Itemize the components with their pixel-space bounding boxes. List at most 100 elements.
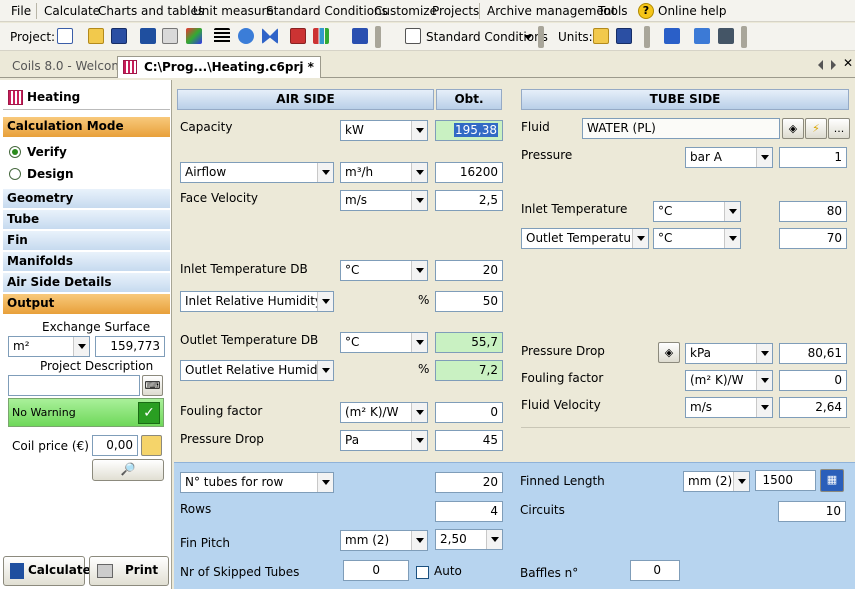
scroll-left-icon[interactable] <box>818 60 823 70</box>
toolbar-grip[interactable] <box>644 26 650 48</box>
sync-icon[interactable] <box>664 28 680 44</box>
sidebar-calc-mode[interactable]: Calculation Mode <box>3 117 170 137</box>
airflow-select[interactable]: Airflow <box>180 162 334 183</box>
menu-unit-measure[interactable]: Unit measure <box>193 4 274 18</box>
conditions-icon[interactable] <box>405 28 421 44</box>
sidebar-item-tube[interactable]: Tube <box>3 210 170 230</box>
sidebar-item-air-side-details[interactable]: Air Side Details <box>3 273 170 293</box>
fin-pitch-select[interactable]: 2,50 <box>435 529 503 550</box>
airflow-unit-select[interactable]: m³/h <box>340 162 428 183</box>
face-velocity-unit-select[interactable]: m/s <box>340 190 428 211</box>
auto-checkbox[interactable] <box>416 566 429 579</box>
edit-chart-icon[interactable] <box>352 28 368 44</box>
menu-online-help[interactable]: Online help <box>658 4 726 18</box>
air-fouling-input[interactable]: 0 <box>435 402 503 423</box>
tab-heating[interactable]: C:\Prog...\Heating.c6prj * <box>117 56 321 78</box>
verify-label[interactable]: Verify <box>27 145 67 159</box>
sidebar-item-geometry[interactable]: Geometry <box>3 189 170 209</box>
toolbar-grip[interactable] <box>538 26 544 48</box>
sidebar-item-fin[interactable]: Fin <box>3 231 170 251</box>
list-icon[interactable] <box>214 28 230 44</box>
outlet-db-unit-select[interactable]: °C <box>340 332 428 353</box>
project-description-input[interactable] <box>8 375 140 396</box>
airflow-input[interactable]: 16200 <box>435 162 503 183</box>
menu-file[interactable]: File <box>11 4 31 18</box>
export-icon[interactable] <box>694 28 710 44</box>
menu-tools[interactable]: Tools <box>598 4 628 18</box>
calculator-icon[interactable] <box>140 28 156 44</box>
coil-icon[interactable] <box>238 28 254 44</box>
menu-standard-conditions[interactable]: Standard Conditions <box>266 4 388 18</box>
tube-pressure-drop-unit-select[interactable]: kPa <box>685 343 773 364</box>
rows-input[interactable]: 4 <box>435 501 503 522</box>
menu-archive[interactable]: Archive management <box>487 4 616 18</box>
capacity-unit-select[interactable]: kW <box>340 120 428 141</box>
menu-customize[interactable]: Customize <box>374 4 437 18</box>
tools-icon[interactable] <box>290 28 306 44</box>
tube-fouling-input[interactable]: 0 <box>779 370 847 391</box>
fluid-settings-icon[interactable]: ◈ <box>782 118 804 139</box>
fluid-input[interactable]: WATER (PL) <box>582 118 780 139</box>
close-icon[interactable]: ✕ <box>843 56 853 70</box>
tube-inlet-input[interactable]: 80 <box>779 201 847 222</box>
tube-fouling-unit-select[interactable]: (m² K)/W <box>685 370 773 391</box>
capacity-value[interactable]: 195,38 <box>435 120 503 141</box>
face-velocity-input[interactable]: 2,5 <box>435 190 503 211</box>
exchange-unit-select[interactable]: m² <box>8 336 90 357</box>
tube-outlet-select[interactable]: Outlet Temperature <box>521 228 649 249</box>
finned-length-input[interactable]: 1500 <box>755 470 816 491</box>
outlet-rh-select[interactable]: Outlet Relative Humidity <box>180 360 334 381</box>
sidebar-item-output[interactable]: Output <box>3 294 170 314</box>
inlet-db-unit-select[interactable]: °C <box>340 260 428 281</box>
coins-icon[interactable] <box>141 435 162 456</box>
tubes-per-row-input[interactable]: 20 <box>435 472 503 493</box>
design-label[interactable]: Design <box>27 167 74 181</box>
air-fouling-unit-select[interactable]: (m² K)/W <box>340 402 428 423</box>
auto-label[interactable]: Auto <box>434 564 462 578</box>
menu-charts[interactable]: Charts and tables <box>98 4 204 18</box>
butterfly-icon[interactable] <box>262 28 278 44</box>
pressure-unit-select[interactable]: bar A <box>685 147 773 168</box>
chart-icon[interactable] <box>186 28 202 44</box>
more-options-button[interactable]: ... <box>828 118 850 139</box>
tube-outlet-unit-select[interactable]: °C <box>653 228 741 249</box>
printer-icon[interactable] <box>162 28 178 44</box>
save-icon[interactable] <box>111 28 127 44</box>
help-icon[interactable]: ? <box>638 3 654 19</box>
calculator-icon[interactable]: ▦ <box>820 469 844 492</box>
finned-length-unit-select[interactable]: mm (2) <box>683 471 750 492</box>
baffles-input[interactable]: 0 <box>630 560 680 581</box>
bar-chart-icon[interactable] <box>313 28 329 44</box>
pressure-drop-settings-icon[interactable]: ◈ <box>658 342 680 363</box>
skipped-tubes-input[interactable]: 0 <box>343 560 409 581</box>
fluid-velocity-unit-select[interactable]: m/s <box>685 397 773 418</box>
chevron-down-icon[interactable] <box>524 35 532 40</box>
air-pressure-drop-unit-select[interactable]: Pa <box>340 430 428 451</box>
tube-outlet-input[interactable]: 70 <box>779 228 847 249</box>
tube-inlet-unit-select[interactable]: °C <box>653 201 741 222</box>
design-radio[interactable] <box>9 168 21 180</box>
inlet-rh-select[interactable]: Inlet Relative Humidity <box>180 291 334 312</box>
new-document-icon[interactable] <box>57 28 73 44</box>
calculate-button[interactable]: Calculate <box>3 556 91 586</box>
search-button[interactable]: 🔎 <box>92 459 164 481</box>
inlet-db-input[interactable]: 20 <box>435 260 503 281</box>
pressure-input[interactable]: 1 <box>779 147 847 168</box>
menu-projects[interactable]: Projects <box>432 4 479 18</box>
coil-price-input[interactable]: 0,00 <box>92 435 138 456</box>
verify-radio[interactable] <box>9 146 21 158</box>
open-folder-icon[interactable] <box>88 28 104 44</box>
print-button[interactable]: Print <box>89 556 169 586</box>
toolbar-grip[interactable] <box>741 26 747 48</box>
inlet-rh-input[interactable]: 50 <box>435 291 503 312</box>
keyboard-icon[interactable]: ⌨ <box>142 375 163 396</box>
scroll-right-icon[interactable] <box>831 60 836 70</box>
open-units-icon[interactable] <box>593 28 609 44</box>
tubes-per-row-select[interactable]: N° tubes for row <box>180 472 334 493</box>
user-icon[interactable] <box>718 28 734 44</box>
fin-pitch-unit-select[interactable]: mm (2) <box>340 530 428 551</box>
sidebar-item-manifolds[interactable]: Manifolds <box>3 252 170 272</box>
lightning-icon[interactable]: ⚡ <box>805 118 827 139</box>
save-units-icon[interactable] <box>616 28 632 44</box>
menu-calculate[interactable]: Calculate <box>44 4 100 18</box>
